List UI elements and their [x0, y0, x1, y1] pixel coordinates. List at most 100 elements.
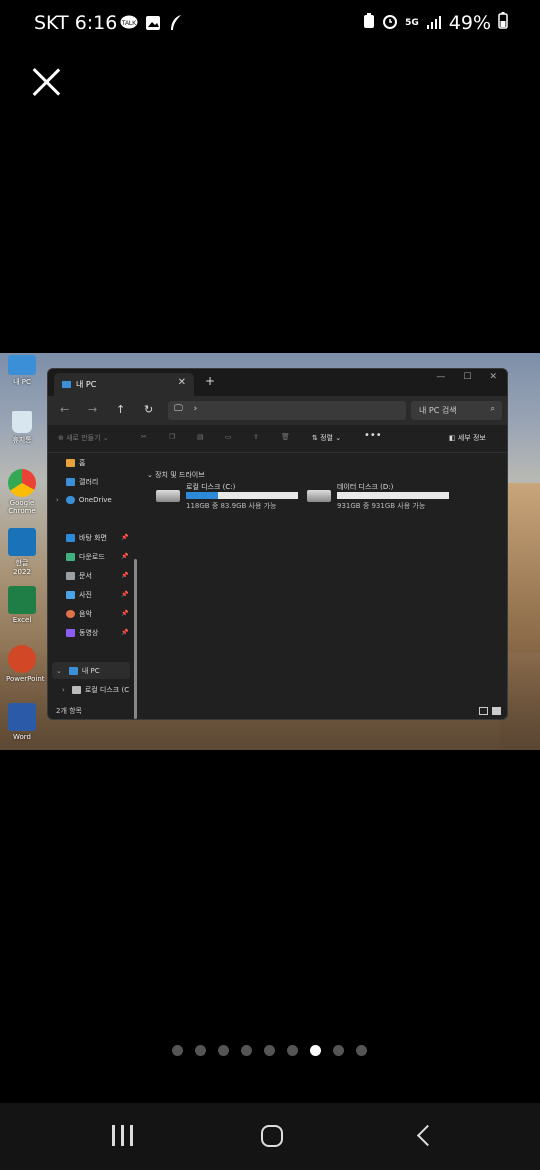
sidebar-item-documents[interactable]: 문서 [66, 571, 92, 581]
page-dot[interactable] [356, 1045, 367, 1056]
sidebar-item-music[interactable]: 음악 [66, 609, 92, 619]
recent-apps-icon[interactable] [110, 1123, 136, 1149]
maximize-icon[interactable]: ☐ [463, 372, 471, 382]
clock: SKT 6:16 [34, 12, 118, 34]
tab-this-pc[interactable]: 내 PC ✕ [54, 373, 194, 396]
page-dot[interactable] [195, 1045, 206, 1056]
search-input[interactable]: 내 PC 검색 ⌕ [411, 401, 502, 420]
sidebar-item-downloads[interactable]: 다운로드 [66, 552, 105, 562]
video-icon [66, 629, 75, 637]
close-tab-icon[interactable]: ✕ [178, 377, 186, 388]
status-bar: SKT 6:16 TALK 5G 49% [0, 0, 540, 50]
search-icon: ⌕ [490, 404, 495, 413]
up-arrow-icon[interactable]: ↑ [116, 403, 125, 416]
pin-icon[interactable]: 📌 [121, 610, 128, 617]
page-indicator [172, 1045, 367, 1056]
signal-icon [426, 12, 442, 34]
desktop-icon [66, 534, 75, 542]
download-icon [66, 553, 75, 561]
drive-d[interactable]: 데이터 디스크 (D:) 931GB 중 931GB 사용 가능 [307, 482, 457, 512]
pin-icon[interactable]: 📌 [121, 534, 128, 541]
svg-text:TALK: TALK [122, 21, 137, 27]
page-dot[interactable] [172, 1045, 183, 1056]
back-arrow-icon[interactable]: ← [60, 403, 69, 416]
desktop-icon-this-pc[interactable]: 내 PC [6, 355, 38, 387]
feather-icon [168, 14, 184, 36]
sidebar-item-onedrive[interactable]: › OneDrive [56, 496, 112, 504]
details-button[interactable]: ◧ 세부 정보 [449, 433, 486, 443]
pin-icon[interactable]: 📌 [121, 591, 128, 598]
minimize-icon[interactable]: — [436, 372, 445, 382]
copy-icon[interactable]: ❐ [169, 433, 175, 441]
desktop-icon-chrome[interactable]: Google Chrome [6, 469, 38, 515]
chevron-right-icon: › [62, 686, 65, 694]
paste-icon[interactable]: ▤ [197, 433, 204, 441]
new-tab-icon[interactable]: + [205, 374, 215, 388]
delete-icon[interactable]: 🗑 [281, 433, 290, 441]
sort-button[interactable]: ⇅ 정렬 ⌄ [312, 433, 341, 443]
forward-arrow-icon[interactable]: → [88, 403, 97, 416]
alarm-icon [382, 12, 398, 34]
command-bar: ⊕ 새로 만들기 ⌄ ✂ ❐ ▤ ▭ ⇪ 🗑 ⇅ 정렬 ⌄ ••• ◧ 세부 정… [48, 425, 507, 453]
system-navigation-bar [0, 1103, 540, 1170]
desktop-icon-word[interactable]: Word [6, 703, 38, 741]
rename-icon[interactable]: ▭ [225, 433, 232, 441]
talk-icon: TALK [120, 15, 138, 35]
share-icon[interactable]: ⇪ [253, 433, 259, 441]
more-icon[interactable]: ••• [364, 430, 382, 441]
pc-icon [68, 667, 78, 675]
home-icon [66, 459, 75, 467]
new-button[interactable]: ⊕ 새로 만들기 ⌄ [58, 433, 109, 443]
chevron-right-icon: › [56, 496, 59, 504]
navigation-pane: 홈 갤러리 › OneDrive 바탕 화면 📌 다운로드 📌 문서 📌 사진 … [48, 453, 138, 719]
sidebar-item-videos[interactable]: 동영상 [66, 628, 98, 638]
pc-icon [62, 381, 71, 388]
sidebar-item-local-disk[interactable]: › 로컬 디스크 (C [62, 685, 129, 695]
page-dot[interactable] [333, 1045, 344, 1056]
cut-icon[interactable]: ✂ [141, 433, 147, 441]
sidebar-item-this-pc[interactable]: ⌄ 내 PC [56, 666, 100, 676]
back-icon[interactable] [414, 1123, 440, 1149]
windows-drive-icon [156, 490, 180, 502]
drive-c[interactable]: 로컬 디스크 (C:) 118GB 중 83.9GB 사용 가능 [156, 482, 306, 512]
pin-icon[interactable]: 📌 [121, 629, 128, 636]
sidebar-item-desktop[interactable]: 바탕 화면 [66, 533, 107, 543]
pin-icon[interactable]: 📌 [121, 553, 128, 560]
pin-icon[interactable]: 📌 [121, 572, 128, 579]
desktop-icon-hangul[interactable]: 한글 2022 [6, 528, 38, 576]
page-dot[interactable] [287, 1045, 298, 1056]
lock-battery-icon [363, 12, 375, 34]
network-type: 5G [405, 17, 419, 28]
tab-bar: 내 PC ✕ + — ☐ ✕ [48, 369, 507, 396]
refresh-icon[interactable]: ↻ [144, 403, 153, 416]
home-button-icon[interactable] [261, 1125, 283, 1147]
navigation-bar: ← → ↑ ↻ 🖵 › 내 PC 검색 ⌕ [48, 396, 507, 425]
desktop-icon-powerpoint[interactable]: PowerPoint [6, 645, 45, 683]
page-dot[interactable] [241, 1045, 252, 1056]
scrollbar[interactable] [134, 559, 137, 719]
sidebar-item-pictures[interactable]: 사진 [66, 590, 92, 600]
desktop-icon-recycle-bin[interactable]: 휴지통 [6, 411, 38, 445]
page-dot[interactable] [218, 1045, 229, 1056]
group-header[interactable]: ⌄ 장치 및 드라이브 [147, 470, 205, 480]
gallery-icon [145, 15, 161, 35]
drive-icon [307, 490, 331, 502]
page-dot[interactable] [310, 1045, 321, 1056]
music-icon [66, 610, 75, 618]
cloud-icon [65, 496, 75, 504]
tiles-view-icon[interactable] [492, 707, 501, 715]
content-pane: ⌄ 장치 및 드라이브 로컬 디스크 (C:) 118GB 중 83.9GB 사… [144, 453, 504, 703]
window-close-icon[interactable]: ✕ [489, 372, 497, 382]
desktop-icon-excel[interactable]: Excel [6, 586, 38, 624]
chevron-down-icon: ⌄ [56, 667, 62, 675]
close-icon[interactable] [30, 66, 62, 98]
sidebar-item-gallery[interactable]: 갤러리 [66, 477, 98, 487]
battery-icon [498, 12, 508, 34]
address-bar[interactable]: 🖵 › [168, 401, 406, 420]
monitor-icon: 🖵 [174, 404, 183, 414]
page-dot[interactable] [264, 1045, 275, 1056]
sidebar-item-home[interactable]: 홈 [66, 458, 85, 468]
chevron-right-icon: › [193, 404, 198, 414]
drive-icon [71, 686, 81, 694]
details-view-icon[interactable] [479, 707, 488, 715]
